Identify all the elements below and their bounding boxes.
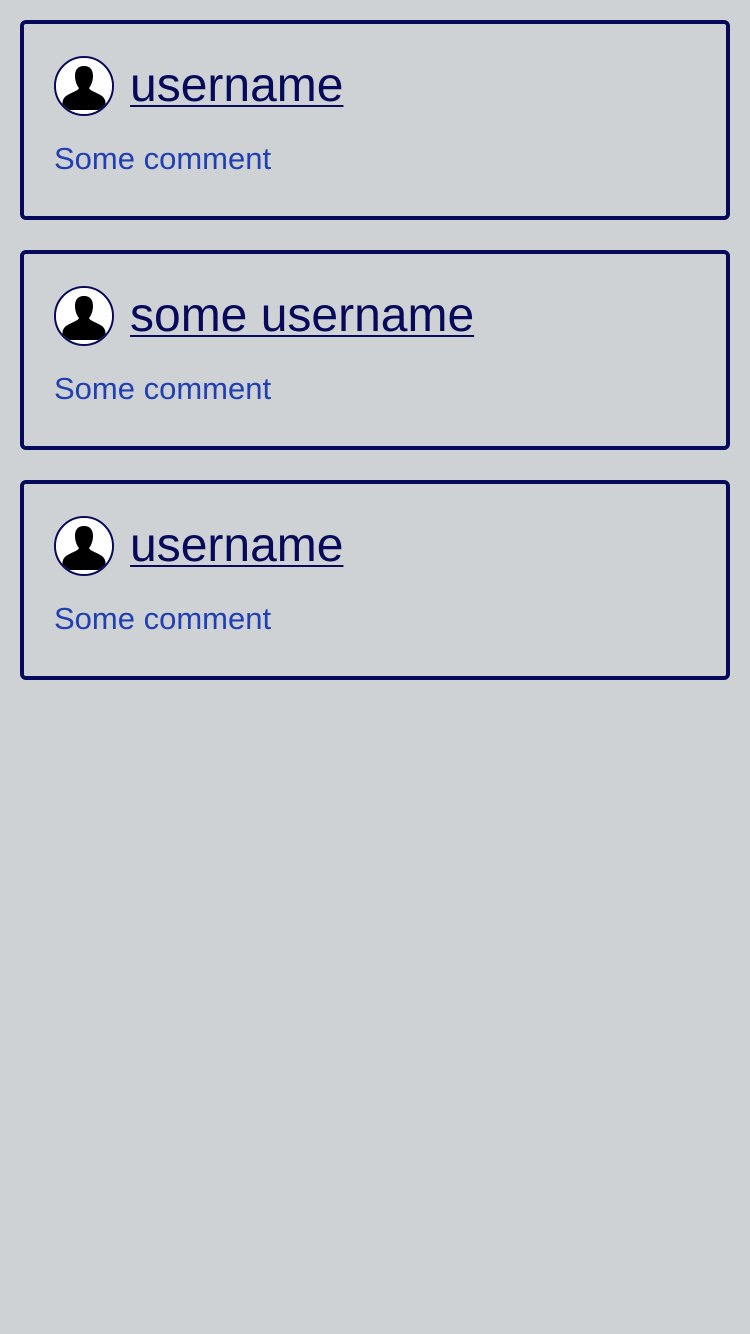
comment-header: some username <box>54 286 474 346</box>
comment-card: some username Some comment <box>20 250 730 450</box>
username-link[interactable]: some username <box>130 286 474 346</box>
avatar[interactable] <box>54 56 114 116</box>
user-silhouette-icon <box>56 518 112 574</box>
comment-text: Some comment <box>54 601 272 636</box>
username-link[interactable]: username <box>130 516 343 576</box>
avatar[interactable] <box>54 516 114 576</box>
comment-text: Some comment <box>54 141 272 176</box>
comment-card: username Some comment <box>20 480 730 680</box>
comment-header: username <box>54 516 343 576</box>
comment-list: username Some comment some username Some… <box>20 20 730 710</box>
comment-text: Some comment <box>54 371 272 406</box>
user-silhouette-icon <box>56 58 112 114</box>
comment-card: username Some comment <box>20 20 730 220</box>
user-silhouette-icon <box>56 288 112 344</box>
comment-header: username <box>54 56 343 116</box>
avatar[interactable] <box>54 286 114 346</box>
username-link[interactable]: username <box>130 56 343 116</box>
